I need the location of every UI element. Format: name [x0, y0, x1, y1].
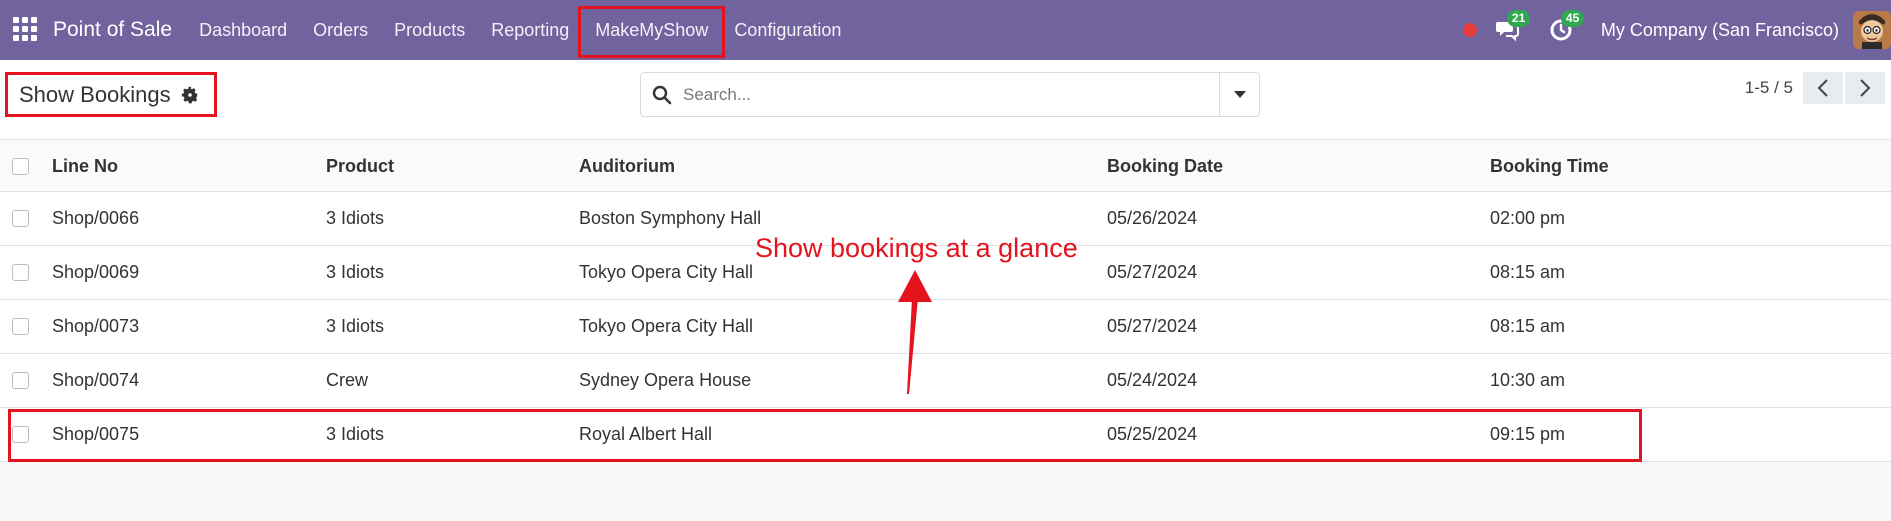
row-select-cell	[0, 264, 52, 281]
pager-previous-button[interactable]	[1803, 72, 1843, 104]
column-header-booking-date[interactable]: Booking Date	[1107, 156, 1490, 177]
navbar-systray: 21 45 My Company (San Francisco)	[1462, 0, 1891, 60]
pager: 1-5 / 5	[1745, 72, 1885, 104]
app-root: Point of Sale Dashboard Orders Products …	[0, 0, 1891, 521]
table-row[interactable]: Shop/0073 3 Idiots Tokyo Opera City Hall…	[0, 300, 1891, 354]
row-checkbox[interactable]	[12, 318, 29, 335]
bookings-table: Line No Product Auditorium Booking Date …	[0, 141, 1891, 521]
search-options-toggle[interactable]	[1219, 73, 1259, 116]
cell-auditorium: Boston Symphony Hall	[579, 208, 762, 228]
menu-makemyshow[interactable]: MakeMyShow	[578, 0, 726, 60]
messages-icon[interactable]: 21	[1493, 10, 1531, 44]
pager-value[interactable]: 1-5 / 5	[1745, 78, 1793, 98]
menu-reporting[interactable]: Reporting	[478, 0, 582, 60]
cell-auditorium: Sydney Opera House	[579, 370, 752, 390]
caret-down-icon	[1233, 90, 1246, 98]
cell-booking-date: 05/24/2024	[1107, 370, 1198, 390]
cell-line-no: Shop/0069	[52, 262, 140, 282]
messages-badge: 21	[1506, 10, 1531, 27]
search-icon	[641, 85, 683, 105]
menu-orders[interactable]: Orders	[300, 0, 381, 60]
cell-booking-time: 10:30 am	[1490, 370, 1566, 390]
cell-booking-date: 05/25/2024	[1107, 424, 1198, 444]
cell-booking-date: 05/27/2024	[1107, 316, 1198, 336]
column-header-booking-time[interactable]: Booking Time	[1490, 156, 1891, 177]
cell-booking-time: 02:00 pm	[1490, 208, 1566, 228]
cell-booking-date: 05/26/2024	[1107, 208, 1198, 228]
row-select-cell	[0, 372, 52, 389]
cell-booking-time: 08:15 am	[1490, 262, 1566, 282]
column-header-auditorium[interactable]: Auditorium	[579, 156, 1107, 177]
table-empty-area	[0, 462, 1891, 521]
user-avatar[interactable]	[1853, 11, 1891, 49]
select-all-checkbox[interactable]	[12, 157, 29, 175]
search-input[interactable]	[683, 84, 1219, 105]
cell-auditorium: Tokyo Opera City Hall	[579, 262, 754, 282]
annotation-text: Show bookings at a glance	[755, 233, 1078, 263]
cell-product: 3 Idiots	[326, 424, 385, 444]
cell-product: 3 Idiots	[326, 262, 385, 282]
app-brand[interactable]: Point of Sale	[53, 18, 172, 42]
select-all-cell	[0, 157, 52, 175]
row-select-cell	[0, 426, 52, 443]
chevron-left-icon	[1817, 79, 1828, 97]
control-panel: Show Bookings 1-5 / 5	[0, 60, 1891, 140]
status-dot-icon[interactable]	[1462, 23, 1477, 37]
cell-line-no: Shop/0066	[52, 208, 140, 228]
table-row[interactable]: Shop/0074 Crew Sydney Opera House 05/24/…	[0, 354, 1891, 408]
company-switcher[interactable]: My Company (San Francisco)	[1601, 20, 1839, 41]
cell-line-no: Shop/0073	[52, 316, 140, 336]
gear-icon[interactable]	[181, 86, 199, 104]
cell-product: Crew	[326, 370, 369, 390]
row-checkbox[interactable]	[12, 372, 29, 389]
page-title-box: Show Bookings	[5, 72, 217, 117]
cell-auditorium: Tokyo Opera City Hall	[579, 316, 754, 336]
row-checkbox[interactable]	[12, 210, 29, 227]
cell-line-no: Shop/0075	[52, 424, 140, 444]
cell-product: 3 Idiots	[326, 208, 385, 228]
table-header: Line No Product Auditorium Booking Date …	[0, 141, 1891, 192]
cell-product: 3 Idiots	[326, 316, 385, 336]
row-select-cell	[0, 318, 52, 335]
page-title[interactable]: Show Bookings	[19, 82, 171, 108]
cell-booking-time: 08:15 am	[1490, 316, 1566, 336]
cell-booking-time: 09:15 pm	[1490, 424, 1566, 444]
row-select-cell	[0, 210, 52, 227]
cell-auditorium: Royal Albert Hall	[579, 424, 713, 444]
menu-dashboard[interactable]: Dashboard	[186, 0, 300, 60]
chevron-right-icon	[1860, 79, 1871, 97]
top-navbar: Point of Sale Dashboard Orders Products …	[0, 0, 1891, 60]
row-checkbox[interactable]	[12, 264, 29, 281]
cell-line-no: Shop/0074	[52, 370, 140, 390]
apps-grid-icon[interactable]	[13, 17, 39, 43]
menu-configuration[interactable]: Configuration	[721, 0, 854, 60]
cell-booking-date: 05/27/2024	[1107, 262, 1198, 282]
row-checkbox[interactable]	[12, 426, 29, 443]
column-header-line-no[interactable]: Line No	[52, 156, 326, 177]
search-bar	[640, 72, 1260, 117]
activities-badge: 45	[1560, 10, 1585, 27]
column-header-product[interactable]: Product	[326, 156, 579, 177]
pager-next-button[interactable]	[1845, 72, 1885, 104]
table-row[interactable]: Shop/0075 3 Idiots Royal Albert Hall 05/…	[0, 408, 1891, 462]
menu-products[interactable]: Products	[381, 0, 478, 60]
activities-clock-icon[interactable]: 45	[1547, 10, 1585, 44]
